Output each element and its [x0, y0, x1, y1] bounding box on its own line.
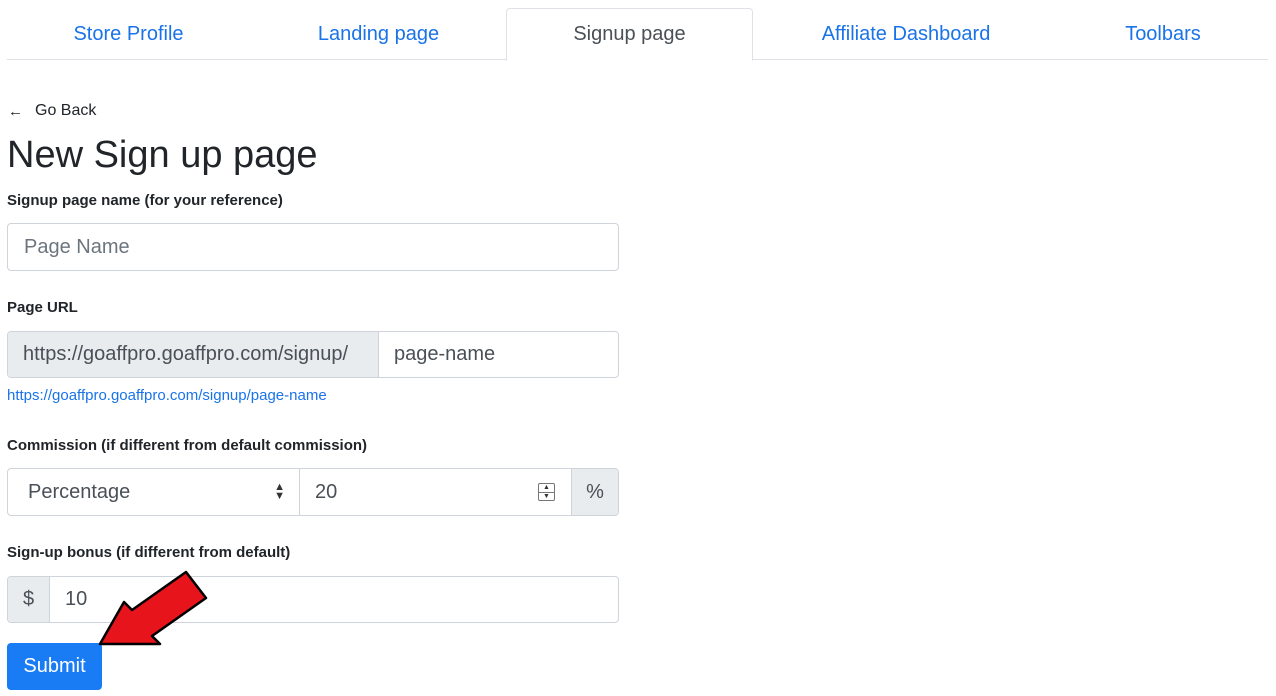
tab-store-profile[interactable]: Store Profile	[7, 8, 250, 60]
url-prefix: https://goaffpro.goaffpro.com/signup/	[8, 332, 379, 377]
commission-group: Percentage ▲ ▼ 20 ▲ ▼ %	[7, 468, 619, 516]
submit-button[interactable]: Submit	[7, 643, 102, 690]
go-back-link[interactable]: ← Go Back	[8, 101, 97, 121]
spin-down-icon[interactable]: ▼	[539, 493, 554, 501]
bonus-currency: $	[8, 577, 50, 622]
url-preview-link[interactable]: https://goaffpro.goaffpro.com/signup/pag…	[7, 387, 327, 404]
page-name-input[interactable]: Page Name	[7, 223, 619, 271]
tab-bar: Store Profile Landing page Signup page A…	[7, 8, 1268, 61]
page-name-placeholder: Page Name	[24, 235, 130, 258]
number-spinner[interactable]: ▲ ▼	[538, 483, 555, 501]
bonus-label: Sign-up bonus (if different from default…	[7, 544, 291, 561]
red-arrow-shape	[98, 570, 208, 646]
arrow-left-icon: ←	[8, 103, 23, 120]
commission-type-value: Percentage	[28, 480, 131, 503]
page-url-label: Page URL	[7, 299, 78, 316]
page-name-label: Signup page name (for your reference)	[7, 192, 283, 209]
spin-up-icon[interactable]: ▲	[539, 484, 554, 493]
commission-type-select[interactable]: Percentage ▲ ▼	[8, 469, 300, 515]
commission-label: Commission (if different from default co…	[7, 437, 368, 454]
go-back-label: Go Back	[35, 101, 97, 119]
tab-signup-page[interactable]: Signup page	[506, 8, 753, 61]
red-arrow-annotation-icon	[98, 570, 208, 646]
commission-value-input[interactable]: 20 ▲ ▼	[300, 469, 572, 515]
tab-affiliate-dashboard[interactable]: Affiliate Dashboard	[783, 8, 1029, 60]
select-sort-icon: ▲ ▼	[274, 481, 285, 502]
tab-toolbars[interactable]: Toolbars	[1043, 8, 1276, 60]
page-url-group: https://goaffpro.goaffpro.com/signup/ pa…	[7, 331, 619, 378]
commission-value: 20	[315, 480, 338, 503]
commission-unit: %	[572, 469, 618, 515]
page-url-input[interactable]: page-name	[379, 332, 618, 377]
page-title: New Sign up page	[7, 134, 318, 176]
tab-landing-page[interactable]: Landing page	[257, 8, 500, 60]
